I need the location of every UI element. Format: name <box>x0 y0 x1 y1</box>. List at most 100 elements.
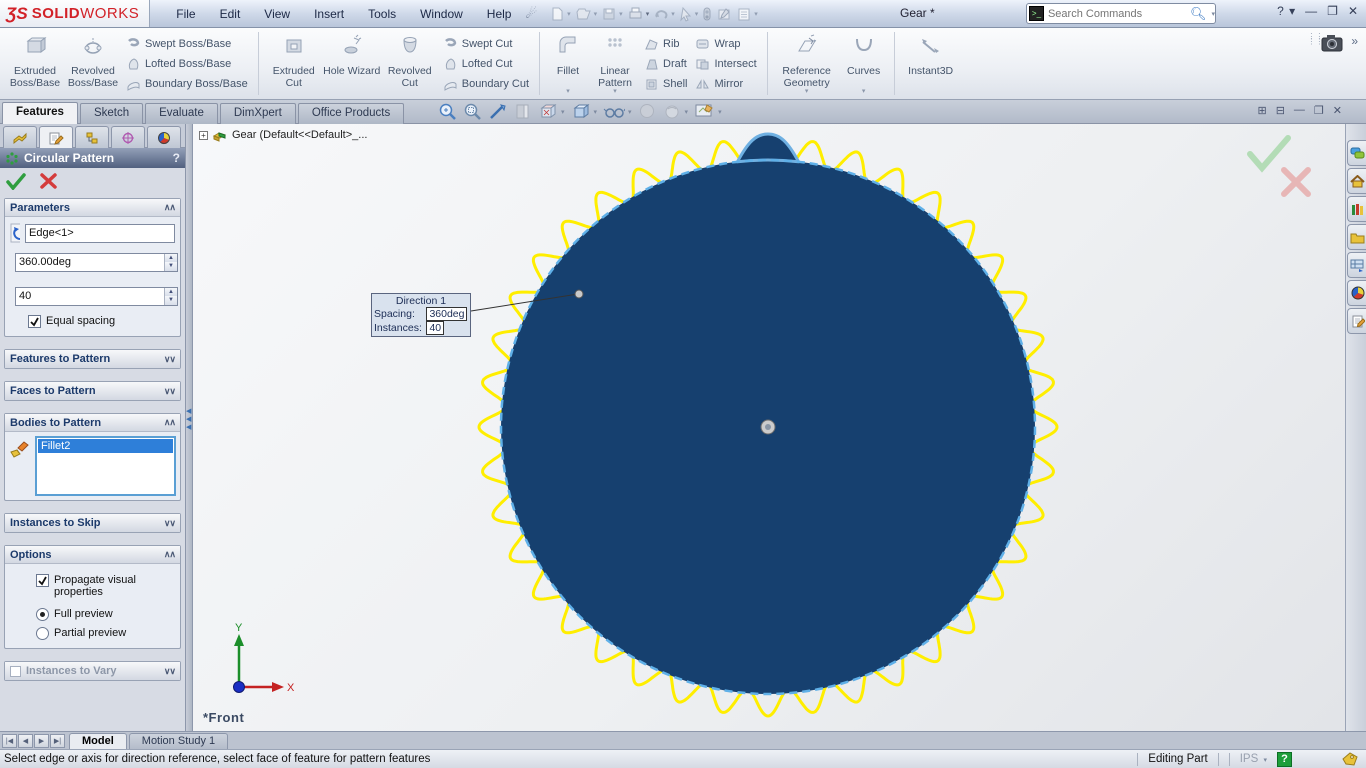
swept-cut-button[interactable]: Swept Cut <box>443 35 529 52</box>
chevron-down-icon[interactable]: ▾ <box>754 10 758 18</box>
magnified-selection-button[interactable] <box>488 102 507 121</box>
model-tab[interactable]: Model <box>69 733 127 749</box>
resources-tab[interactable] <box>1347 140 1366 166</box>
menu-file[interactable]: File <box>164 3 207 25</box>
units-selector[interactable]: IPS ▾ <box>1240 753 1267 765</box>
instance-count-input[interactable] <box>16 290 164 302</box>
dimxpert-manager-tab[interactable] <box>111 126 145 148</box>
linear-pattern-button[interactable]: Linear Pattern ▾ <box>590 31 640 96</box>
restore-button[interactable]: ❐ <box>1327 4 1338 18</box>
menu-insert[interactable]: Insert <box>302 3 356 25</box>
zoom-to-fit-button[interactable] <box>438 102 457 121</box>
chevron-down-icon[interactable]: ▾ <box>594 10 598 18</box>
graphics-viewport[interactable]: + Gear (Default<<Default>_... Direction … <box>193 124 1345 731</box>
feature-manager-tab[interactable] <box>3 126 37 148</box>
bodies-to-pattern-header[interactable]: Bodies to Pattern ∧∧ <box>5 414 180 432</box>
chevron-down-icon[interactable]: ▾ <box>718 108 722 116</box>
appearances-button[interactable]: ▾ <box>663 102 688 121</box>
intersect-button[interactable]: Intersect <box>695 55 757 72</box>
undo-button[interactable]: ▾ <box>653 6 675 22</box>
propagate-visual-row[interactable]: Propagate visual properties <box>36 574 156 598</box>
chevron-down-icon[interactable]: ▾ <box>619 10 623 18</box>
tab-office-products[interactable]: Office Products <box>297 103 405 124</box>
rib-button[interactable]: Rib <box>644 35 687 52</box>
chevron-down-icon[interactable]: ▾ <box>613 87 617 95</box>
instance-count-field[interactable]: ▲▼ <box>15 286 178 306</box>
camera-icon[interactable] <box>1321 34 1343 57</box>
new-document-button[interactable]: ▾ <box>549 6 571 22</box>
reference-geometry-button[interactable]: Reference Geometry ▾ <box>774 31 840 96</box>
instances-to-vary-checkbox[interactable] <box>10 665 21 677</box>
menu-help[interactable]: Help <box>475 3 524 25</box>
ok-button[interactable] <box>6 172 26 190</box>
spacing-value-field[interactable]: 360deg <box>426 307 468 321</box>
doc-minimize-button[interactable]: — <box>1294 104 1305 117</box>
features-to-pattern-header[interactable]: Features to Pattern ∨∨ <box>5 350 180 368</box>
collapse-icon[interactable]: ∧∧ <box>164 417 176 428</box>
tab-evaluate[interactable]: Evaluate <box>145 103 218 124</box>
instances-to-skip-header[interactable]: Instances to Skip ∨∨ <box>5 514 180 532</box>
expand-icon[interactable]: ∨∨ <box>164 666 176 677</box>
display-style-button[interactable]: ▾ <box>571 102 598 121</box>
tab-dimxpert[interactable]: DimXpert <box>219 103 296 124</box>
search-input[interactable] <box>1047 7 1190 20</box>
shadows-button[interactable] <box>638 102 657 121</box>
chevron-down-icon[interactable]: ▾ <box>1211 10 1215 18</box>
tab-features[interactable]: Features <box>2 102 78 124</box>
menu-tools[interactable]: Tools <box>356 3 408 25</box>
fillet-button[interactable]: Fillet ▾ <box>546 31 590 96</box>
expand-icon[interactable]: ∨∨ <box>164 518 176 529</box>
print-button[interactable]: ▾ <box>627 6 649 22</box>
mirror-button[interactable]: Mirror <box>695 75 756 92</box>
pattern-axis-field[interactable] <box>25 223 175 243</box>
design-library-tab[interactable] <box>1347 196 1366 222</box>
seed-tooth[interactable] <box>735 132 801 164</box>
close-button[interactable]: ✕ <box>1348 4 1358 18</box>
custom-properties-tab[interactable] <box>1347 308 1366 334</box>
expand-icon[interactable]: ∨∨ <box>164 354 176 365</box>
pattern-axis-input[interactable] <box>26 227 174 239</box>
viewport-layout-icon[interactable]: ⊞ <box>1257 104 1266 117</box>
confirm-cancel-button[interactable] <box>1281 167 1311 197</box>
pin-menu-icon[interactable]: ☄ <box>525 6 537 22</box>
instant3d-button[interactable]: Instant3D <box>901 31 961 96</box>
confirm-ok-button[interactable] <box>1247 135 1291 173</box>
revolved-boss-base-button[interactable]: Revolved Boss/Base <box>64 31 122 96</box>
menu-edit[interactable]: Edit <box>208 3 253 25</box>
doc-close-button[interactable]: ✕ <box>1333 104 1342 117</box>
collapse-icon[interactable]: ∧∧ <box>164 549 176 560</box>
tab-sketch[interactable]: Sketch <box>79 103 144 124</box>
expand-ribbon-icon[interactable]: » <box>1351 34 1358 48</box>
hide-show-items-button[interactable]: ▾ <box>603 102 632 121</box>
draft-button[interactable]: Draft <box>644 55 687 72</box>
prev-tab-button[interactable]: ◀ <box>18 734 33 748</box>
ribbon-grip-handle[interactable]: ⋮⋮ ⋮⋮ <box>1307 33 1323 46</box>
hole-wizard-button[interactable]: Hole Wizard <box>323 31 381 96</box>
faces-to-pattern-header[interactable]: Faces to Pattern ∨∨ <box>5 382 180 400</box>
instances-to-vary-header[interactable]: Instances to Vary ∨∨ <box>5 662 180 680</box>
file-explorer-tab[interactable] <box>1347 224 1366 250</box>
open-document-button[interactable]: ▾ <box>575 6 598 22</box>
motion-study-tab[interactable]: Motion Study 1 <box>128 733 229 749</box>
chevron-down-icon[interactable]: ▾ <box>862 87 866 95</box>
lofted-boss-base-button[interactable]: Lofted Boss/Base <box>126 55 248 72</box>
full-preview-row[interactable]: Full preview <box>36 608 175 621</box>
angle-spinner[interactable]: ▲ ▼ <box>164 253 177 271</box>
direction1-callout[interactable]: Direction 1 Spacing: 360deg Instances: 4… <box>371 293 471 337</box>
view-palette-tab[interactable] <box>1347 252 1366 278</box>
last-tab-button[interactable]: ▶| <box>50 734 65 748</box>
minimize-button[interactable]: — <box>1305 4 1317 18</box>
search-scope-icon[interactable]: >_ <box>1029 6 1044 21</box>
chevron-down-icon[interactable]: ▾ <box>566 87 570 95</box>
propagate-visual-checkbox[interactable] <box>36 574 49 587</box>
partial-preview-row[interactable]: Partial preview <box>36 627 175 640</box>
first-tab-button[interactable]: |◀ <box>2 734 17 748</box>
chevron-down-icon[interactable]: ▾ <box>567 10 571 18</box>
panel-splitter[interactable]: ◀ ◀ ◀ <box>186 124 193 731</box>
shell-button[interactable]: Shell <box>644 75 687 92</box>
equal-spacing-row[interactable]: Equal spacing <box>28 315 175 328</box>
property-manager-tab[interactable] <box>39 126 73 148</box>
menu-view[interactable]: View <box>252 3 302 25</box>
chevron-down-icon[interactable]: ▾ <box>594 108 598 116</box>
next-tab-button[interactable]: ▶ <box>34 734 49 748</box>
